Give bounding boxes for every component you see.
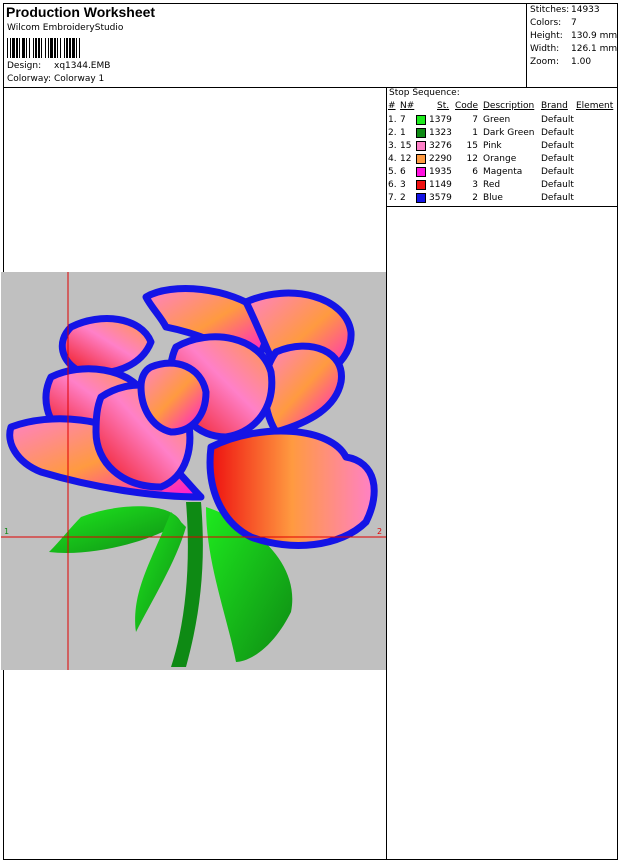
row-n: 15 [400, 141, 412, 151]
color-swatch [416, 167, 426, 177]
zoom-label: Zoom: [530, 57, 559, 67]
stop-sequence-row: 2. 1 1323 1 Dark Green Default [388, 127, 618, 140]
row-code: 7 [472, 115, 478, 125]
row-stitches: 1379 [429, 115, 452, 125]
stitches-label: Stitches: [530, 5, 570, 15]
row-num: 4. [388, 154, 397, 164]
colorway-label: Colorway: [7, 74, 52, 84]
row-brand: Default [541, 141, 574, 151]
width-value: 126.1 mm [571, 44, 618, 54]
stop-sequence-row: 5. 6 1935 6 Magenta Default [388, 166, 618, 179]
row-num: 6. [388, 180, 397, 190]
row-num: 7. [388, 193, 397, 203]
row-code: 12 [466, 154, 478, 164]
row-stitches: 3276 [429, 141, 452, 151]
row-n: 1 [400, 128, 406, 138]
height-value: 130.9 mm [571, 31, 618, 41]
row-n: 3 [400, 180, 406, 190]
row-stitches: 1149 [429, 180, 452, 190]
stitches-value: 14933 [571, 5, 600, 15]
color-swatch [416, 180, 426, 190]
color-swatch [416, 128, 426, 138]
row-stitches: 2290 [429, 154, 452, 164]
marker-start: 1 [4, 527, 9, 536]
stop-sequence-row: 1. 7 1379 7 Green Default [388, 114, 618, 127]
row-n: 2 [400, 193, 406, 203]
row-description: Blue [483, 193, 503, 203]
embroidery-design: 1 2 [1, 272, 386, 670]
row-num: 3. [388, 141, 397, 151]
height-label: Height: [530, 31, 563, 41]
row-description: Red [483, 180, 501, 190]
color-swatch [416, 141, 426, 151]
stop-sequence-row: 4. 12 2290 12 Orange Default [388, 153, 618, 166]
barcode [7, 38, 80, 58]
color-swatch [416, 115, 426, 125]
row-code: 3 [472, 180, 478, 190]
col-header-code: Code [455, 101, 479, 111]
row-num: 2. [388, 128, 397, 138]
row-code: 6 [472, 167, 478, 177]
row-brand: Default [541, 128, 574, 138]
row-num: 1. [388, 115, 397, 125]
row-stitches: 1323 [429, 128, 452, 138]
col-header-element: Element [576, 101, 614, 111]
petal-bottom-right [206, 427, 378, 549]
row-num: 5. [388, 167, 397, 177]
page-title: Production Worksheet [6, 4, 156, 20]
colors-value: 7 [571, 18, 577, 28]
design-label: Design: [7, 61, 42, 71]
color-swatch [416, 193, 426, 203]
row-brand: Default [541, 180, 574, 190]
petal-inner-left [137, 359, 210, 436]
row-code: 15 [466, 141, 478, 151]
row-description: Pink [483, 141, 502, 151]
row-brand: Default [541, 167, 574, 177]
zoom-value: 1.00 [571, 57, 592, 67]
row-description: Orange [483, 154, 517, 164]
col-header-n: N# [400, 101, 415, 111]
width-label: Width: [530, 44, 560, 54]
row-description: Magenta [483, 167, 523, 177]
row-stitches: 1935 [429, 167, 452, 177]
color-swatch [416, 154, 426, 164]
marker-end: 2 [377, 527, 382, 536]
design-value: xq1344.EMB [54, 61, 111, 71]
row-n: 12 [400, 154, 412, 164]
row-code: 1 [472, 128, 478, 138]
stop-sequence-row: 6. 3 1149 3 Red Default [388, 179, 618, 192]
software-name: Wilcom EmbroideryStudio [7, 23, 124, 33]
row-brand: Default [541, 115, 574, 125]
col-header-num: # [388, 101, 396, 111]
stop-sequence-row: 7. 2 3579 2 Blue Default [388, 192, 618, 205]
col-header-brand: Brand [541, 101, 568, 111]
stop-sequence-title: Stop Sequence: [389, 88, 460, 98]
row-description: Green [483, 115, 511, 125]
row-brand: Default [541, 154, 574, 164]
row-code: 2 [472, 193, 478, 203]
design-preview: 1 2 [1, 272, 386, 670]
row-brand: Default [541, 193, 574, 203]
petal-right [261, 342, 345, 436]
colors-label: Colors: [530, 18, 562, 28]
colorway-value: Colorway 1 [54, 74, 105, 84]
stop-sequence-row: 3. 15 3276 15 Pink Default [388, 140, 618, 153]
row-description: Dark Green [483, 128, 535, 138]
row-stitches: 3579 [429, 193, 452, 203]
col-header-description: Description [483, 101, 535, 111]
row-n: 6 [400, 167, 406, 177]
row-n: 7 [400, 115, 406, 125]
petal-far-left [58, 315, 155, 377]
col-header-st: St. [437, 101, 450, 111]
